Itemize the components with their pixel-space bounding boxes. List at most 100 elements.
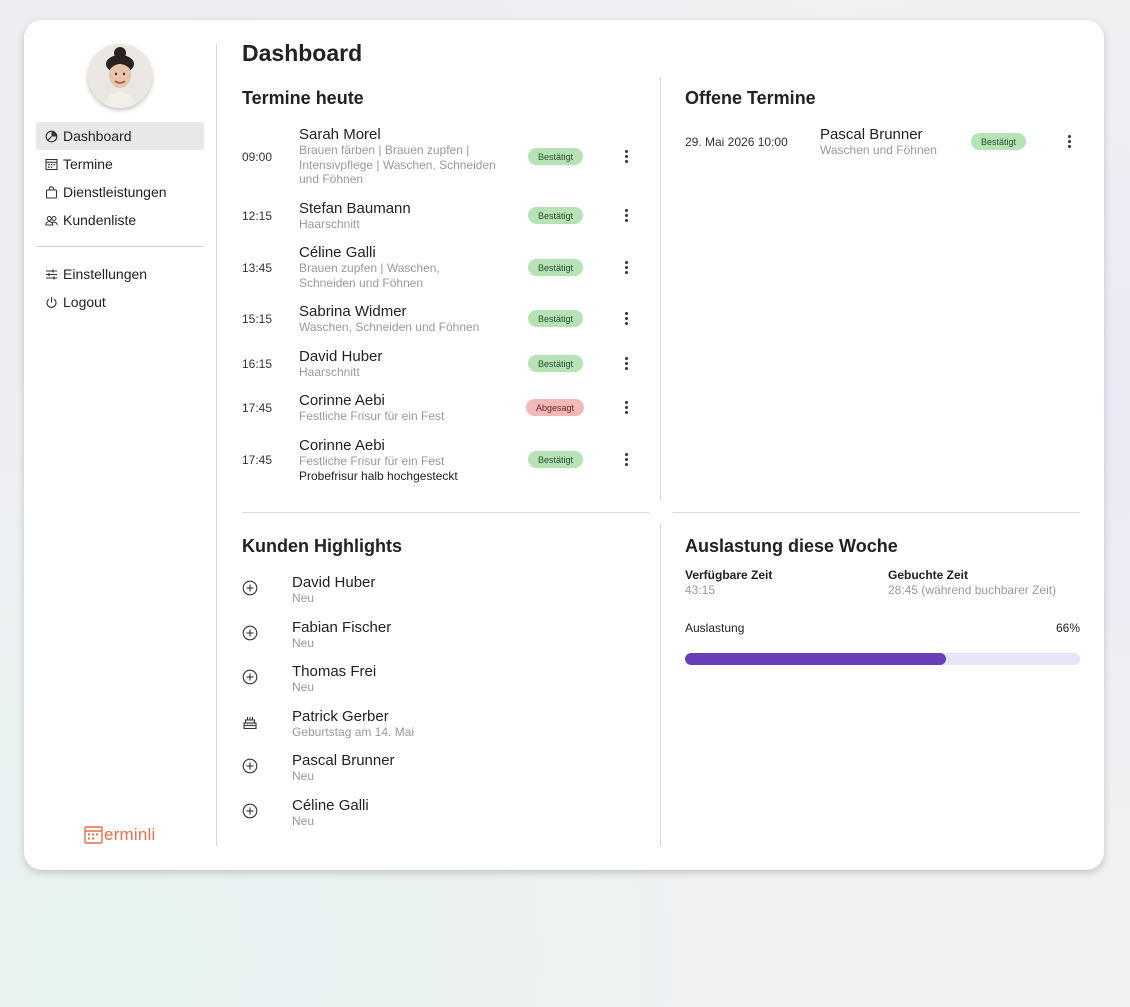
sidebar-item-einstellungen[interactable]: Einstellungen [36, 260, 204, 288]
appointment-service: Waschen, Schneiden und Föhnen [299, 320, 480, 334]
sidebar-divider [36, 246, 204, 247]
sidebar-divider-vertical [216, 44, 217, 846]
plus-circle-icon [242, 803, 258, 819]
sidebar-item-kundenliste[interactable]: Kundenliste [36, 206, 204, 234]
available-time-value: 43:15 [685, 583, 716, 597]
sidebar-item-label: Kundenliste [63, 212, 137, 228]
status-badge: Bestätigt [528, 355, 584, 372]
appointment-name: David Huber [299, 348, 383, 365]
highlight-item[interactable]: Patrick Gerber Geburtstag am 14. Mai [242, 708, 622, 740]
booked-time-label: Gebuchte Zeit [888, 568, 969, 582]
available-time-label: Verfügbare Zeit [685, 568, 773, 582]
appointment-row[interactable]: 09:00 Sarah Morel Brauen färben | Brauen… [242, 126, 632, 188]
status-badge: Bestätigt [528, 310, 584, 327]
appointment-service: Festliche Frisur für ein Fest [299, 409, 445, 423]
status-badge: Bestätigt [528, 451, 584, 468]
appointment-time: 15:15 [242, 312, 273, 326]
sliders-icon [45, 268, 58, 281]
sidebar-item-termine[interactable]: Termine [36, 150, 204, 178]
appointment-time: 16:15 [242, 357, 273, 371]
plus-circle-icon [242, 758, 258, 774]
utilization-progress-fill [685, 653, 946, 665]
birthday-cake-icon [243, 717, 257, 730]
load-value: 66% [1055, 621, 1080, 635]
appointment-row[interactable]: 17:45 Corinne Aebi Festliche Frisur für … [242, 437, 632, 485]
open-title: Offene Termine [685, 88, 816, 108]
app-card: Dashboard Termine Dienstleistungen Kunde… [24, 20, 1104, 870]
appointment-time: 12:15 [242, 209, 273, 223]
more-options-icon[interactable] [618, 207, 634, 223]
more-options-icon[interactable] [618, 310, 634, 326]
highlight-sub: Neu [292, 814, 315, 828]
sidebar: Dashboard Termine Dienstleistungen Kunde… [24, 20, 216, 870]
more-options-icon[interactable] [618, 148, 634, 164]
status-badge: Bestätigt [528, 259, 584, 276]
power-icon [45, 296, 58, 309]
highlight-item[interactable]: Thomas Frei Neu [242, 663, 622, 695]
highlight-name: Céline Galli [292, 797, 369, 814]
more-options-icon[interactable] [618, 355, 634, 371]
appointment-time: 17:45 [242, 401, 273, 415]
highlight-sub: Neu [292, 636, 315, 650]
status-badge: Bestätigt [528, 148, 584, 165]
appointment-row[interactable]: 15:15 Sabrina Widmer Waschen, Schneiden … [242, 303, 632, 335]
logo-calendar-icon [84, 826, 103, 844]
more-options-icon[interactable] [618, 451, 634, 467]
utilization-title: Auslastung diese Woche [685, 536, 898, 556]
sidebar-item-label: Einstellungen [63, 266, 148, 282]
open-appointment-row[interactable]: 29. Mai 2026 10:00 Pascal Brunner Wasche… [685, 126, 1080, 158]
user-avatar[interactable] [88, 44, 152, 108]
brand-name: erminli [104, 825, 156, 844]
brand-logo: erminli [84, 824, 155, 846]
column-divider-bottom [660, 524, 661, 846]
appointment-name: Sabrina Widmer [299, 303, 407, 320]
appointment-note: Probefrisur halb hochgesteckt [299, 469, 458, 483]
more-options-icon[interactable] [1061, 133, 1077, 149]
plus-circle-icon [242, 625, 258, 641]
highlight-item[interactable]: Fabian Fischer Neu [242, 619, 622, 651]
appointment-name: Pascal Brunner [820, 126, 923, 143]
sidebar-item-dashboard[interactable]: Dashboard [36, 122, 204, 150]
appointment-row[interactable]: 13:45 Céline Galli Brauen zupfen | Wasch… [242, 244, 632, 290]
dashboard-pie-icon [45, 130, 58, 143]
sidebar-item-dienstleistungen[interactable]: Dienstleistungen [36, 178, 204, 206]
highlight-sub: Neu [292, 591, 315, 605]
highlight-sub: Neu [292, 769, 315, 783]
highlight-name: David Huber [292, 574, 376, 591]
sidebar-item-logout[interactable]: Logout [36, 288, 204, 316]
highlight-sub: Neu [292, 680, 315, 694]
more-options-icon[interactable] [618, 259, 634, 275]
appointment-service: Festliche Frisur für ein Fest [299, 454, 445, 468]
page-title: Dashboard [242, 40, 363, 66]
appointment-row[interactable]: 12:15 Stefan Baumann Haarschnitt Bestäti… [242, 200, 632, 232]
bag-icon [45, 185, 58, 199]
load-label: Auslastung [685, 621, 745, 635]
sidebar-item-label: Logout [63, 294, 106, 310]
appointment-service: Brauen färben | Brauen zupfen | Intensiv… [299, 143, 496, 187]
appointment-service: Haarschnitt [299, 365, 360, 379]
column-divider-top [660, 78, 661, 500]
more-options-icon[interactable] [618, 399, 634, 415]
calendar-icon [45, 158, 58, 171]
appointment-name: Céline Galli [299, 244, 376, 261]
booked-time-value: 28:45 (während buchbarer Zeit) [888, 583, 1057, 597]
highlight-item[interactable]: Pascal Brunner Neu [242, 752, 622, 784]
highlight-name: Pascal Brunner [292, 752, 395, 769]
highlight-item[interactable]: David Huber Neu [242, 574, 622, 606]
appointment-time: 09:00 [242, 150, 273, 164]
row-divider-left [242, 512, 649, 513]
today-title: Termine heute [242, 88, 364, 108]
highlight-sub: Geburtstag am 14. Mai [292, 725, 415, 739]
appointment-row[interactable]: 17:45 Corinne Aebi Festliche Frisur für … [242, 392, 632, 424]
sidebar-item-label: Dienstleistungen [63, 184, 167, 200]
appointment-row[interactable]: 16:15 David Huber Haarschnitt Bestätigt [242, 348, 632, 380]
highlight-item[interactable]: Céline Galli Neu [242, 797, 622, 829]
highlight-name: Patrick Gerber [292, 708, 389, 725]
highlight-name: Fabian Fischer [292, 619, 392, 636]
status-badge: Bestätigt [971, 133, 1027, 150]
users-icon [45, 214, 58, 227]
appointment-service: Haarschnitt [299, 217, 360, 231]
appointment-name: Sarah Morel [299, 126, 381, 143]
appointment-time: 13:45 [242, 261, 273, 275]
status-badge: Abgesagt [526, 399, 585, 416]
